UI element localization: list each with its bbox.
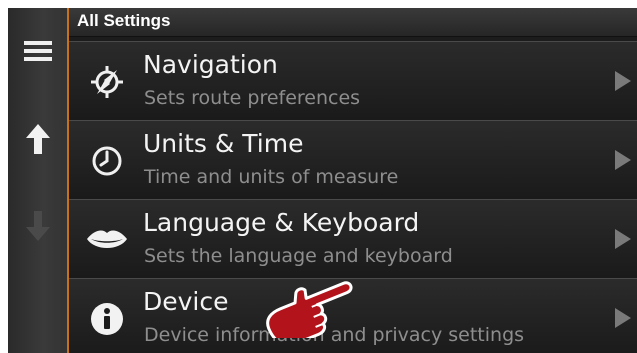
settings-item-units-time[interactable]: Units & Time Time and units of measure (69, 120, 637, 200)
info-icon (85, 297, 129, 341)
pointing-hand-icon (266, 281, 353, 338)
device-screen: All Settings Navigation Sets route prefe… (8, 8, 637, 353)
chevron-right-icon (615, 308, 631, 328)
item-title: Navigation (143, 50, 278, 79)
item-subtitle: Time and units of measure (144, 166, 399, 188)
chevron-right-icon (615, 229, 631, 249)
hamburger-menu-icon (23, 41, 52, 61)
chevron-right-icon (615, 150, 631, 170)
item-title: Language & Keyboard (143, 208, 420, 237)
item-title: Device (143, 287, 229, 316)
navigation-compass-icon (85, 60, 129, 104)
lips-icon (85, 218, 129, 262)
menu-button[interactable] (8, 21, 67, 81)
chevron-right-icon (615, 71, 631, 91)
item-subtitle: Sets the language and keyboard (144, 245, 453, 267)
item-title: Units & Time (143, 129, 304, 158)
scroll-down-button[interactable] (8, 196, 67, 256)
settings-item-navigation[interactable]: Navigation Sets route preferences (69, 41, 637, 121)
side-rail (8, 8, 67, 353)
page-title: All Settings (77, 11, 171, 30)
arrow-up-icon (25, 124, 50, 154)
header-bar: All Settings (69, 8, 637, 37)
scroll-up-button[interactable] (8, 109, 67, 169)
arrow-down-icon (25, 211, 50, 241)
settings-item-language-keyboard[interactable]: Language & Keyboard Sets the language an… (69, 199, 637, 279)
item-subtitle: Sets route preferences (144, 87, 361, 109)
clock-icon (85, 139, 129, 183)
